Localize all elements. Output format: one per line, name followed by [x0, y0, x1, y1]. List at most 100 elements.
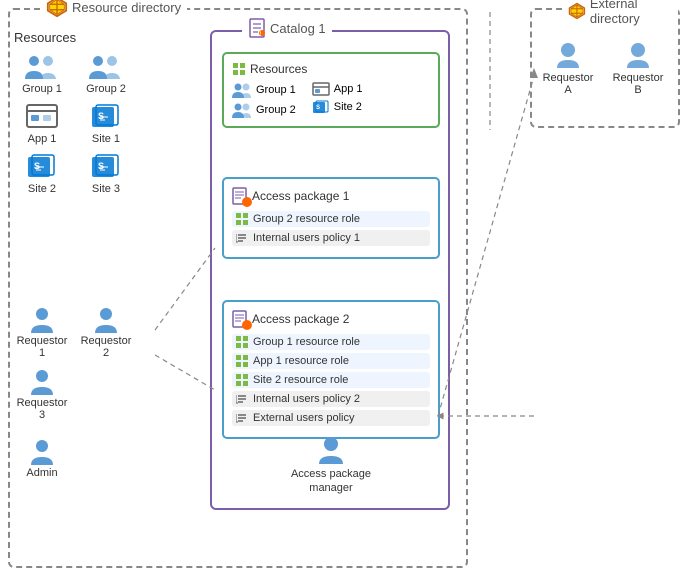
resources-panel: Resources Group 1 Gr [14, 30, 194, 290]
pkg2-role1-row: Group 1 resource role [232, 334, 430, 350]
resources-panel-title: Resources [14, 30, 194, 45]
pkg2-policy2-icon [236, 412, 248, 424]
catalog-resources-box: Resources Group 1 [222, 52, 440, 128]
group1-item: Group 1 [14, 53, 70, 95]
external-directory-label: External directory [562, 0, 678, 26]
requestor-b-item: Requestor B [610, 40, 666, 96]
access-package1-icon-badge [232, 187, 248, 205]
requestor3-label: Requestor 3 [14, 397, 70, 421]
pkg2-role3-grid-icon [236, 374, 248, 386]
catalog-group1-icon [232, 82, 252, 98]
group2-icon [88, 53, 124, 81]
catalog-resources-label: Resources [250, 62, 307, 76]
external-directory-box: External directory Requestor A Req [530, 8, 680, 128]
pkg2-role3-label: Site 2 resource role [253, 374, 348, 386]
requestor3-item: Requestor 3 [14, 367, 70, 421]
site2-item: S Site 2 [14, 153, 70, 195]
external-directory-text: External directory [590, 0, 672, 26]
catalog-resource-row: Group 1 Group 2 [232, 82, 430, 118]
catalog-icon: ! [248, 18, 266, 38]
external-directory-icon [568, 0, 586, 22]
site2-icon: S [26, 153, 58, 181]
pkg2-policy2-label: External users policy [253, 412, 355, 424]
requestor1-icon [27, 305, 57, 333]
catalog-group2-icon [232, 102, 252, 118]
requestor-a-label: Requestor A [540, 72, 596, 96]
package1-badge [242, 197, 252, 207]
requestor2-item: Requestor 2 [78, 305, 134, 359]
external-users-container: Requestor A Requestor B [540, 30, 666, 96]
pkg2-role3-row: Site 2 resource role [232, 372, 430, 388]
site1-label: Site 1 [92, 133, 120, 145]
requestors-panel: Requestor 1 Requestor 2 Requestor 3 [14, 305, 194, 479]
group2-item: Group 2 [78, 53, 134, 95]
access-package1-label: Access package 1 [252, 189, 349, 203]
resource-directory-text: Resource directory [72, 0, 181, 15]
app1-label: App 1 [28, 133, 57, 145]
pkg2-role2-label: App 1 resource role [253, 355, 349, 367]
catalog-app1-label: App 1 [334, 83, 363, 95]
requestor-a-item: Requestor A [540, 40, 596, 96]
access-package-manager-icon [315, 434, 347, 466]
requestor-a-icon [553, 40, 583, 70]
pkg1-policy1-icon [236, 232, 248, 244]
group2-label: Group 2 [86, 83, 126, 95]
pkg2-role1-grid-icon [236, 336, 248, 348]
requestor-b-icon [623, 40, 653, 70]
catalog-site2-icon: S [312, 100, 330, 114]
resource-directory-icon [46, 0, 68, 18]
svg-text:S: S [316, 105, 320, 111]
pkg2-policy1-icon [236, 393, 248, 405]
catalog-group1-label: Group 1 [256, 84, 296, 96]
requestor3-icon [27, 367, 57, 395]
requestor2-label: Requestor 2 [78, 335, 134, 359]
access-package2-box: Access package 2 Group 1 resource role [222, 300, 440, 439]
catalog-label: ! Catalog 1 [242, 18, 332, 38]
catalog-box: ! Catalog 1 Resources [210, 30, 450, 510]
pkg1-role1-label: Group 2 resource role [253, 213, 360, 225]
access-package-manager-label2: manager [309, 482, 352, 494]
access-package-manager: Access package manager [222, 434, 440, 494]
package2-badge [242, 320, 252, 330]
admin-item: Admin [14, 437, 70, 479]
pkg2-policy1-label: Internal users policy 2 [253, 393, 360, 405]
resource-directory-label: Resource directory [40, 0, 187, 18]
catalog-resource-col-left: Group 1 Group 2 [232, 82, 296, 118]
pkg1-role1-row: Group 2 resource role [232, 211, 430, 227]
admin-label: Admin [26, 467, 57, 479]
requestor1-label: Requestor 1 [14, 335, 70, 359]
site1-item: S Site 1 [78, 103, 134, 145]
pkg2-role1-label: Group 1 resource role [253, 336, 360, 348]
catalog-group1-item: Group 1 [232, 82, 296, 98]
access-package1-box: Access package 1 Group 2 resource role [222, 177, 440, 259]
access-package2-icon-badge [232, 310, 248, 328]
access-package1-title: Access package 1 [232, 187, 430, 205]
pkg2-policy2-row: External users policy [232, 410, 430, 426]
access-package2-title: Access package 2 [232, 310, 430, 328]
catalog-site2-item: S Site 2 [312, 100, 363, 114]
group1-label: Group 1 [22, 83, 62, 95]
catalog-site2-label: Site 2 [334, 101, 362, 113]
pkg1-policy1-label: Internal users policy 1 [253, 232, 360, 244]
site3-item: S Site 3 [78, 153, 134, 195]
requestor1-item: Requestor 1 [14, 305, 70, 359]
catalog-app1-icon [312, 82, 330, 96]
resource-items-container: Group 1 Group 2 Ap [14, 53, 194, 195]
access-package2-label: Access package 2 [252, 312, 349, 326]
pkg2-policy1-row: Internal users policy 2 [232, 391, 430, 407]
requestor-b-label: Requestor B [610, 72, 666, 96]
catalog-group2-label: Group 2 [256, 104, 296, 116]
requestor2-icon [91, 305, 121, 333]
app1-item: App 1 [14, 103, 70, 145]
group1-icon [24, 53, 60, 81]
pkg1-policy1-row: Internal users policy 1 [232, 230, 430, 246]
site1-icon: S [90, 103, 122, 131]
catalog-resources-title: Resources [232, 62, 430, 76]
pkg2-role2-grid-icon [236, 355, 248, 367]
catalog-resources-grid-icon [232, 62, 246, 76]
admin-icon [27, 437, 57, 465]
site3-icon: S [90, 153, 122, 181]
pkg2-role2-row: App 1 resource role [232, 353, 430, 369]
catalog-app1-item: App 1 [312, 82, 363, 96]
access-package-manager-label1: Access package [291, 468, 371, 480]
